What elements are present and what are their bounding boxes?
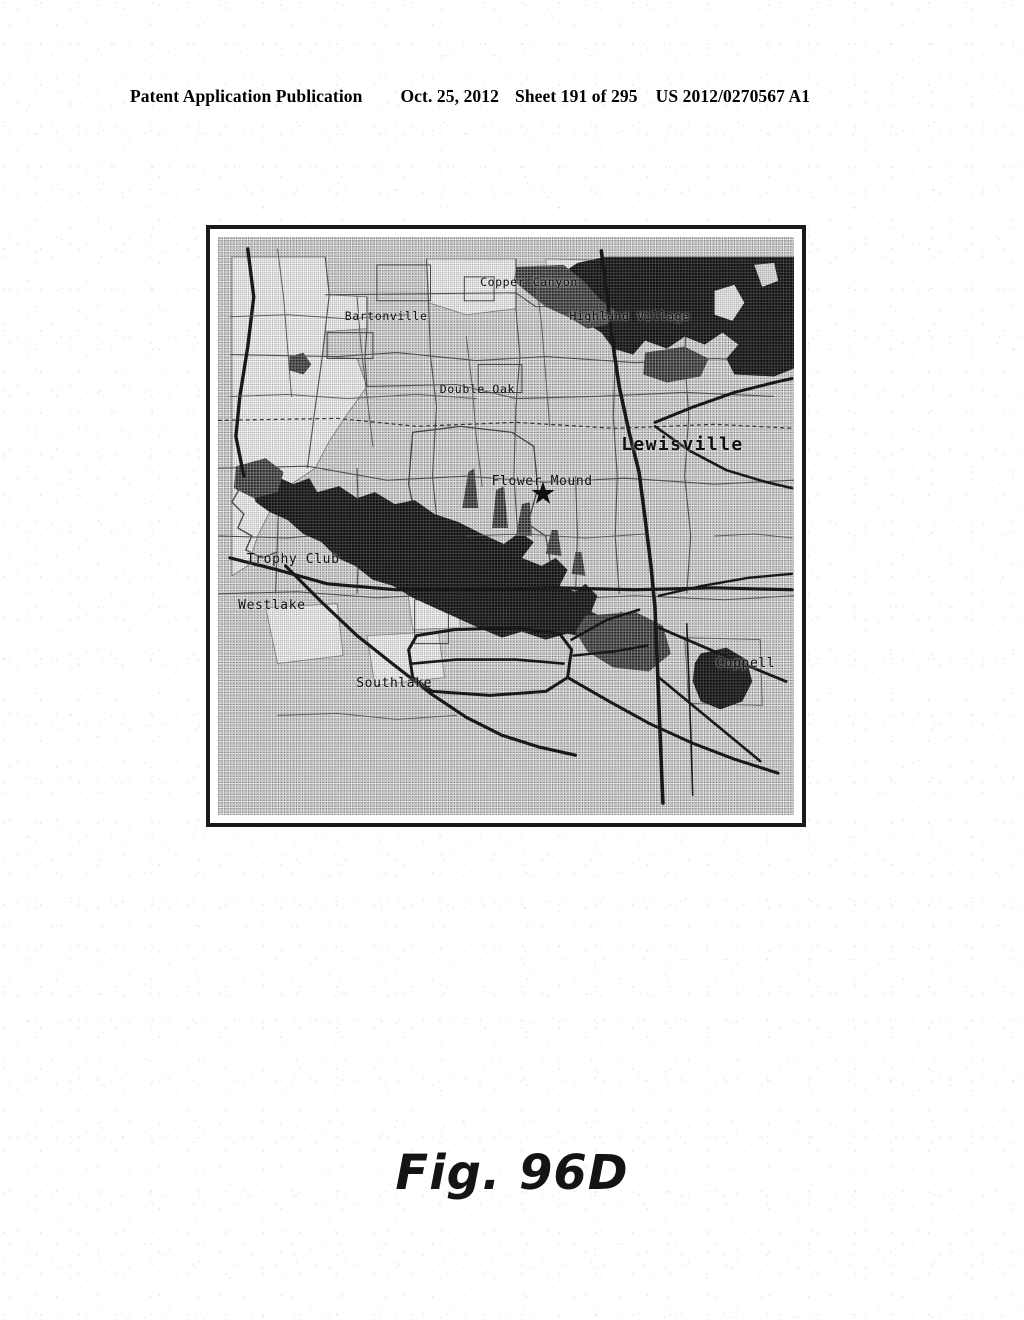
figure-container: Copper Canyon Bartonville Highland Villa…: [206, 225, 806, 827]
figure-caption: Fig. 96D: [395, 1145, 629, 1201]
map-label-southlake: Southlake: [356, 676, 433, 692]
publication-header: Patent Application Publication Oct. 25, …: [130, 86, 890, 107]
map-label-copper-canyon: Copper Canyon: [480, 274, 578, 289]
map-label-layer: Copper Canyon Bartonville Highland Villa…: [218, 237, 794, 815]
header-publication-title: Patent Application Publication: [130, 86, 363, 106]
map-label-coppell: Coppell: [716, 656, 776, 672]
map-label-flower-mound: Flower Mound: [491, 473, 593, 489]
header-publication-date: Oct. 25, 2012: [400, 86, 499, 106]
map-label-bartonville: Bartonville: [344, 309, 428, 324]
header-sheet-number: Sheet 191 of 295: [514, 86, 638, 106]
header-document-number: US 2012/0270567 A1: [655, 86, 811, 106]
map-label-westlake: Westlake: [238, 598, 306, 614]
map-label-lewisville: Lewisville: [621, 433, 744, 455]
map-canvas: Copper Canyon Bartonville Highland Villa…: [218, 237, 794, 815]
map-label-trophy-club: Trophy Club: [246, 552, 340, 567]
map-frame-border: Copper Canyon Bartonville Highland Villa…: [206, 225, 806, 827]
map-label-highland-village: Highland Village: [569, 309, 690, 324]
map-label-double-oak: Double Oak: [439, 381, 515, 396]
